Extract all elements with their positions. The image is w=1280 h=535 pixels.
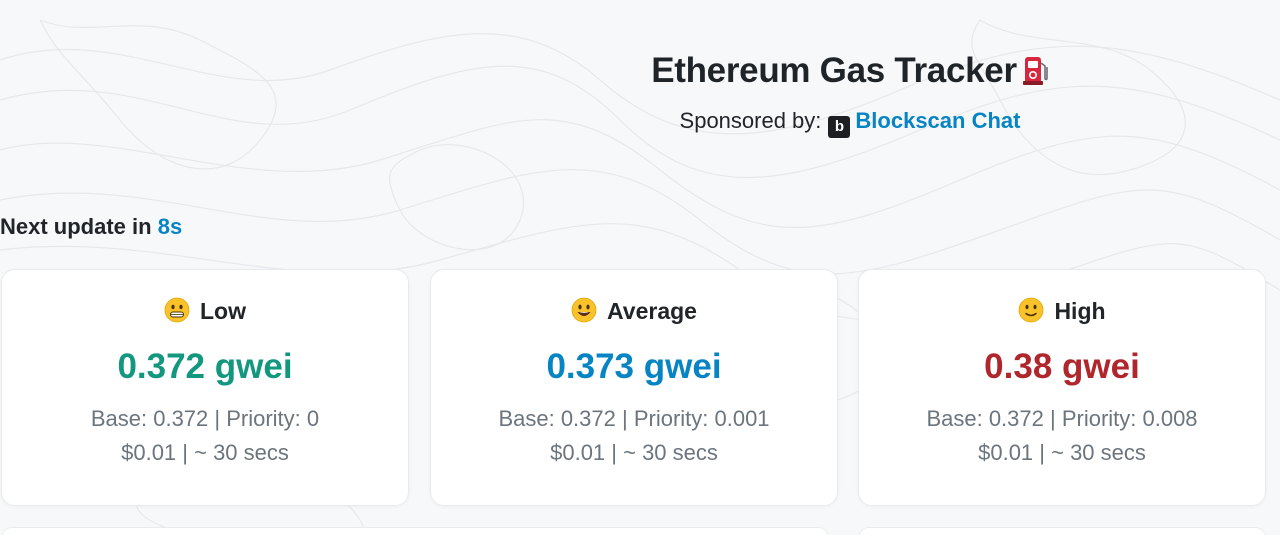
gas-price-average: 0.373 gwei [546,347,722,386]
base-priority-text: Base: 0.372 | Priority: 0.008 [926,406,1198,431]
gas-card-header: Average [431,294,837,328]
gas-card-label: Average [607,298,697,324]
fuel-pump-icon [1022,52,1049,98]
next-section-card [858,527,1266,535]
gas-card-header: High [859,294,1265,328]
sponsor-line: Sponsored by: b Blockscan Chat [640,106,1060,138]
gas-price-low: 0.372 gwei [117,347,293,386]
gas-card-average: Average 0.373 gwei Base: 0.372 | Priorit… [430,269,838,506]
next-update-countdown: 8s [157,214,183,239]
base-priority-text: Base: 0.372 | Priority: 0.001 [498,406,770,431]
cost-time-text: $0.01 | ~ 30 secs [121,440,289,465]
sponsor-label: Sponsored by: [679,108,822,133]
gas-card-header: Low [2,294,408,328]
page-header: Ethereum Gas Tracker Sponsored by: b Block… [640,48,1060,138]
slightly-smiling-face-icon [1018,297,1044,323]
gas-tracker-page: Ethereum Gas Tracker Sponsored by: b Block… [0,0,1280,535]
gas-card-details: Base: 0.372 | Priority: 0.008 $0.01 | ~ … [859,402,1265,470]
next-section-card [1,527,829,535]
gas-card-label: Low [200,298,246,324]
cost-time-text: $0.01 | ~ 30 secs [550,440,718,465]
gas-card-details: Base: 0.372 | Priority: 0 $0.01 | ~ 30 s… [2,402,408,470]
page-title-text: Ethereum Gas Tracker [651,51,1017,90]
next-update-status: Next update in 8s [0,212,182,242]
gas-card-label: High [1054,298,1106,324]
gas-card-details: Base: 0.372 | Priority: 0.001 $0.01 | ~ … [431,402,837,470]
cost-time-text: $0.01 | ~ 30 secs [978,440,1146,465]
sponsor-link[interactable]: Blockscan Chat [855,108,1020,133]
gas-price-high: 0.38 gwei [984,347,1140,386]
gas-card-high: High 0.38 gwei Base: 0.372 | Priority: 0… [858,269,1266,506]
smiling-face-icon [571,297,597,323]
gas-card-low: Low 0.372 gwei Base: 0.372 | Priority: 0… [1,269,409,506]
base-priority-text: Base: 0.372 | Priority: 0 [90,406,320,431]
blockscan-logo-icon: b [828,116,851,138]
next-update-label: Next update in [0,214,152,239]
grinning-face-icon [164,297,190,323]
page-title: Ethereum Gas Tracker [640,48,1060,98]
